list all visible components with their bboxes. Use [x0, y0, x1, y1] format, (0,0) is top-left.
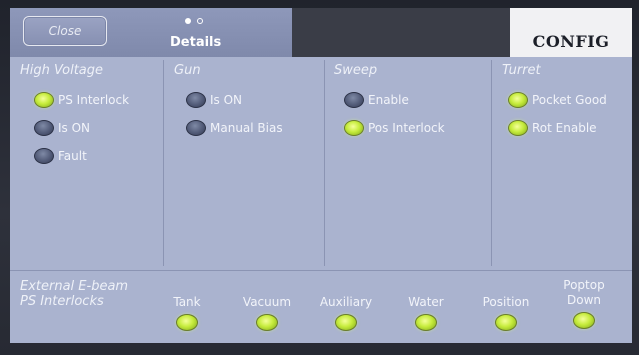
page-dot-inactive — [197, 18, 203, 24]
interlock-label: Vacuum — [242, 295, 292, 309]
status-led-icon — [256, 314, 278, 331]
status-led-icon — [186, 120, 206, 136]
external-interlocks-title: External E-beam PS Interlocks — [20, 279, 128, 309]
interlock-label: Position — [482, 295, 530, 309]
indicator-hv-fault: Fault — [34, 146, 87, 166]
indicator-label: Fault — [58, 149, 87, 163]
top-bar: Close Details CONFIG — [10, 8, 632, 57]
indicator-gun-is-on: Is ON — [186, 90, 242, 110]
status-led-icon — [34, 92, 54, 108]
interlock-label: Tank — [173, 295, 201, 309]
interlock-auxiliary: Auxiliary — [311, 295, 381, 331]
section-divider — [10, 270, 632, 271]
indicator-label: Is ON — [210, 93, 243, 107]
status-led-icon — [508, 120, 528, 136]
turret-title: Turret — [502, 63, 541, 78]
status-led-icon — [508, 92, 528, 108]
page-dot-active — [185, 18, 191, 24]
status-led-icon — [344, 92, 364, 108]
interlock-poptop-down: Poptop Down — [549, 278, 619, 329]
indicator-label: Rot Enable — [532, 121, 597, 135]
indicator-label: Manual Bias — [210, 121, 283, 135]
status-led-icon — [34, 120, 54, 136]
close-button[interactable]: Close — [23, 16, 107, 46]
external-title-line1: External E-beam — [20, 279, 129, 294]
column-divider — [163, 60, 164, 266]
status-led-icon — [415, 314, 437, 331]
indicator-label: Enable — [368, 93, 409, 107]
indicator-hv-is-on: Is ON — [34, 118, 90, 138]
gun-title: Gun — [174, 63, 201, 78]
indicator-sweep-enable: Enable — [344, 90, 409, 110]
indicator-hv-ps-interlock: PS Interlock — [34, 90, 129, 110]
interlock-label-line2: Down — [566, 293, 601, 307]
status-led-icon — [573, 312, 595, 329]
tab-bar-spacer — [292, 8, 510, 57]
interlock-position: Position — [471, 295, 541, 331]
details-label: Details — [170, 35, 222, 50]
indicator-label: Is ON — [58, 121, 91, 135]
interlock-vacuum: Vacuum — [232, 295, 302, 331]
interlock-tank: Tank — [152, 295, 222, 331]
interlock-label: Water — [408, 295, 444, 309]
indicator-label: Pos Interlock — [368, 121, 445, 135]
interlock-water: Water — [391, 295, 461, 331]
status-led-icon — [176, 314, 198, 331]
interlock-label-line1: Poptop — [563, 278, 605, 292]
status-grid: High Voltage PS Interlock Is ON Fault Gu… — [10, 57, 632, 270]
status-led-icon — [335, 314, 357, 331]
indicator-gun-manual-bias: Manual Bias — [186, 118, 283, 138]
high-voltage-title: High Voltage — [20, 63, 104, 78]
column-divider — [324, 60, 325, 266]
indicator-turret-rot-enable: Rot Enable — [508, 118, 597, 138]
indicator-label: Pocket Good — [532, 93, 607, 107]
sweep-title: Sweep — [334, 63, 378, 78]
external-title-line2: PS Interlocks — [20, 294, 104, 309]
status-led-icon — [344, 120, 364, 136]
status-led-icon — [34, 148, 54, 164]
status-led-icon — [186, 92, 206, 108]
interlock-label: Auxiliary — [319, 295, 373, 309]
page-indicator — [182, 18, 212, 26]
indicator-sweep-pos-interlock: Pos Interlock — [344, 118, 445, 138]
status-led-icon — [495, 314, 517, 331]
hmi-screen: Close Details CONFIG High Voltage PS Int… — [10, 8, 632, 343]
indicator-turret-pocket-good: Pocket Good — [508, 90, 607, 110]
column-divider — [491, 60, 492, 266]
config-label[interactable]: CONFIG — [510, 32, 632, 51]
indicator-label: PS Interlock — [58, 93, 130, 107]
